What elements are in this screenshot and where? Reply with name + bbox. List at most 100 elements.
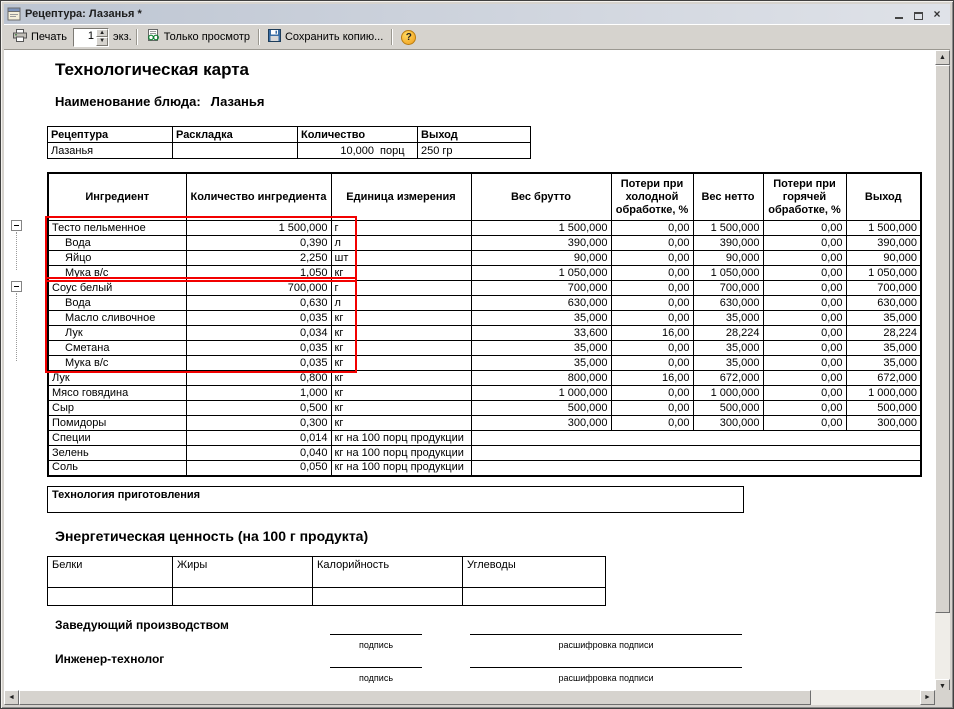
view-only-icon (146, 29, 160, 45)
minimize-icon (895, 13, 903, 19)
yield-cell: 630,000 (846, 296, 921, 311)
view-only-label: Только просмотр (164, 31, 250, 43)
ingredient-name-cell: Яйцо (48, 251, 186, 266)
hot-loss-cell: 0,00 (763, 386, 846, 401)
hot-loss-cell: 0,00 (763, 221, 846, 236)
net-weight-cell: 300,000 (693, 416, 763, 431)
ing-header-cell: Единица измерения (331, 173, 471, 221)
energy-section-title: Энергетическая ценность (на 100 г продук… (55, 528, 368, 544)
vertical-scroll-thumb[interactable] (935, 65, 950, 613)
unit-cell: кг (331, 356, 471, 371)
quantity-cell: 2,250 (186, 251, 331, 266)
maximize-button[interactable] (910, 7, 926, 21)
spinner-down-button[interactable]: ▼ (96, 37, 108, 46)
group-bracket-line (16, 232, 17, 270)
close-icon: × (933, 8, 940, 21)
scroll-right-button[interactable]: ► (920, 690, 935, 705)
recipe-data-row: Лазанья 10,000 порц 250 гр (48, 143, 531, 159)
net-weight-cell: 1 050,000 (693, 266, 763, 281)
energy-value-cell (48, 588, 173, 606)
energy-value-row (48, 588, 606, 606)
help-icon: ? (401, 30, 416, 45)
unit-cell: кг (331, 326, 471, 341)
vertical-scrollbar[interactable]: ▲ ▼ (935, 50, 950, 694)
unit-cell: л (331, 296, 471, 311)
ingredient-row: Вода0,390л390,0000,00390,0000,00390,000 (48, 236, 921, 251)
ingredient-name-cell: Вода (48, 296, 186, 311)
hot-loss-cell: 0,00 (763, 251, 846, 266)
ingredient-name-cell: Мука в/с (48, 266, 186, 281)
net-weight-cell: 1 500,000 (693, 221, 763, 236)
horizontal-scroll-thumb[interactable] (19, 690, 811, 705)
signature-caption: расшифровка подписи (559, 673, 654, 683)
save-copy-button[interactable]: Сохранить копию... (264, 27, 387, 47)
cold-loss-cell: 16,00 (611, 371, 693, 386)
ingredient-row: Сметана0,035кг35,0000,0035,0000,0035,000 (48, 341, 921, 356)
gross-weight-cell: 33,600 (471, 326, 611, 341)
print-button[interactable]: Печать (9, 27, 71, 47)
energy-header-cell: Калорийность (313, 557, 463, 588)
toolbar-separator (258, 29, 260, 45)
cold-loss-cell: 0,00 (611, 416, 693, 431)
signature-line: расшифровка подписи (470, 634, 742, 653)
recipe-qty-cell: 10,000 порц (298, 143, 418, 159)
ingredient-row: Мясо говядина1,000кг1 000,0000,001 000,0… (48, 386, 921, 401)
group-collapse-button-sauce[interactable] (11, 281, 22, 292)
scroll-up-button[interactable]: ▲ (935, 50, 950, 65)
signature-line: расшифровка подписи (470, 667, 742, 686)
copies-suffix-label: экз. (113, 31, 132, 43)
ing-header-cell: Вес нетто (693, 173, 763, 221)
recipe-header-cell: Раскладка (173, 127, 298, 143)
ingredient-row: Яйцо2,250шт90,0000,0090,0000,0090,000 (48, 251, 921, 266)
gross-weight-cell: 35,000 (471, 356, 611, 371)
quantity-cell: 700,000 (186, 281, 331, 296)
unit-cell: кг на 100 порц продукции (331, 431, 471, 446)
copies-input[interactable]: 1 (74, 29, 96, 46)
scroll-left-button[interactable]: ◄ (4, 690, 19, 705)
ing-header-cell: Потери при горячей обработке, % (763, 173, 846, 221)
quantity-cell: 1,050 (186, 266, 331, 281)
hot-loss-cell: 0,00 (763, 281, 846, 296)
ingredient-name-cell: Мясо говядина (48, 386, 186, 401)
signature-caption: подпись (359, 673, 393, 683)
technology-box: Технология приготовления (47, 486, 744, 513)
title-bar[interactable]: Рецептура: Лазанья * × (4, 4, 950, 24)
cold-loss-cell: 0,00 (611, 311, 693, 326)
unit-cell: л (331, 236, 471, 251)
recipe-header-cell: Выход (418, 127, 531, 143)
net-weight-cell: 35,000 (693, 311, 763, 326)
copies-spinner[interactable]: 1 ▲ ▼ (73, 28, 109, 47)
view-only-button[interactable]: Только просмотр (142, 27, 254, 47)
energy-header-row: Белки Жиры Калорийность Углеводы (48, 557, 606, 588)
dish-name-line: Наименование блюда: Лазанья (55, 94, 265, 109)
net-weight-cell: 90,000 (693, 251, 763, 266)
horizontal-scrollbar[interactable]: ◄ ► (4, 690, 935, 705)
net-weight-cell: 35,000 (693, 341, 763, 356)
hot-loss-cell: 0,00 (763, 416, 846, 431)
ingredients-table: Ингредиент Количество ингредиента Единиц… (47, 172, 922, 477)
close-button[interactable]: × (929, 7, 945, 21)
technology-label: Технология приготовления (52, 489, 200, 501)
group-collapse-button-dough[interactable] (11, 220, 22, 231)
help-button[interactable]: ? (397, 28, 420, 47)
unit-cell: шт (331, 251, 471, 266)
recipe-yield-cell: 250 гр (418, 143, 531, 159)
ingredient-row: Лук0,034кг33,60016,0028,2240,0028,224 (48, 326, 921, 341)
window-controls: × (891, 7, 947, 21)
cold-loss-cell: 0,00 (611, 251, 693, 266)
net-weight-cell: 1 000,000 (693, 386, 763, 401)
spinner-up-button[interactable]: ▲ (96, 29, 108, 38)
cold-loss-cell: 0,00 (611, 401, 693, 416)
gross-weight-cell: 35,000 (471, 311, 611, 326)
yield-cell: 672,000 (846, 371, 921, 386)
document-title: Технологическая карта (55, 60, 249, 80)
energy-header-cell: Белки (48, 557, 173, 588)
minimize-button[interactable] (891, 7, 907, 21)
yield-cell: 300,000 (846, 416, 921, 431)
gross-weight-cell: 35,000 (471, 341, 611, 356)
merged-empty-cell (471, 461, 921, 476)
window-title: Рецептура: Лазанья * (25, 8, 887, 20)
save-copy-label: Сохранить копию... (285, 31, 383, 43)
unit-cell: кг на 100 порц продукции (331, 461, 471, 476)
ingredient-row: Тесто пельменное1 500,000г1 500,0000,001… (48, 221, 921, 236)
